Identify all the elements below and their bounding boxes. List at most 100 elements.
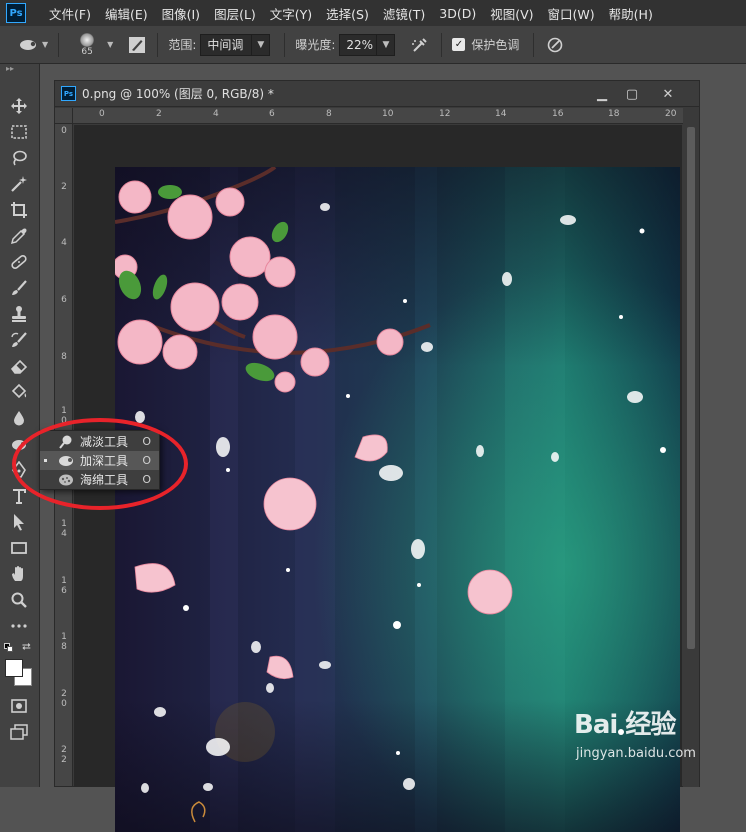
clone-stamp-tool[interactable] <box>6 302 32 326</box>
scroll-thumb[interactable] <box>687 127 695 649</box>
ruler-tick-label: 2 2 <box>61 745 67 765</box>
watermark-url: jingyan.baidu.com <box>576 746 696 761</box>
screen-mode-button[interactable] <box>6 720 32 744</box>
flyout-shortcut: O <box>142 435 151 448</box>
ruler-tick-label: 8 <box>326 109 332 119</box>
menu-layer[interactable]: 图层(L) <box>207 4 263 23</box>
edit-toolbar-button[interactable] <box>6 614 32 638</box>
hand-tool[interactable] <box>6 562 32 586</box>
dodge-icon <box>58 435 74 449</box>
marquee-tool[interactable] <box>6 120 32 144</box>
blur-tool[interactable] <box>6 406 32 430</box>
history-brush-tool[interactable] <box>6 328 32 352</box>
vertical-scrollbar[interactable] <box>683 125 699 787</box>
menu-window[interactable]: 窗口(W) <box>541 4 602 23</box>
brush-tool[interactable] <box>6 276 32 300</box>
divider <box>533 32 535 57</box>
minimize-button[interactable]: ▁ <box>589 85 615 103</box>
move-icon <box>11 98 27 114</box>
rectangle-icon <box>11 542 27 554</box>
ruler-tick-label: 0 <box>99 109 105 119</box>
menu-file[interactable]: 文件(F) <box>42 4 98 23</box>
burn-icon <box>12 440 26 450</box>
type-tool[interactable] <box>6 484 32 508</box>
menu-view[interactable]: 视图(V) <box>483 4 540 23</box>
exposure-input[interactable]: 22% <box>339 33 378 56</box>
range-value: 中间调 <box>207 38 244 52</box>
burn-icon <box>58 454 74 468</box>
tool-flyout-menu: 减淡工具 O 加深工具 O 海绵工具 O <box>39 430 160 490</box>
chevron-down-icon[interactable]: ▼ <box>377 33 396 56</box>
hand-icon <box>12 566 23 581</box>
move-tool[interactable] <box>6 94 32 118</box>
menu-help[interactable]: 帮助(H) <box>602 4 660 23</box>
quick-mask-button[interactable] <box>6 694 32 718</box>
history-brush-icon <box>11 332 27 347</box>
magnifier-icon <box>11 592 27 608</box>
menu-bar: Ps 文件(F) 编辑(E) 图像(I) 图层(L) 文字(Y) 选择(S) 滤… <box>0 0 746 26</box>
menu-type[interactable]: 文字(Y) <box>263 4 319 23</box>
ruler-tick-label: 4 <box>61 238 67 248</box>
menu-3d[interactable]: 3D(D) <box>432 6 483 21</box>
divider <box>284 32 286 57</box>
chevron-down-icon[interactable]: ▼ <box>252 33 271 56</box>
dodge-burn-tool[interactable] <box>6 432 32 456</box>
airbrush-button[interactable] <box>409 34 431 56</box>
ruler-horizontal[interactable]: 0 2 4 6 8 10 12 14 16 18 20 <box>73 108 683 124</box>
chevron-down-icon[interactable]: ▼ <box>107 40 113 49</box>
ruler-tick-label: 1 0 <box>61 406 67 426</box>
tool-preset-picker[interactable]: ▼ <box>18 38 48 52</box>
divider <box>157 32 159 57</box>
flyout-item-dodge[interactable]: 减淡工具 O <box>40 432 159 451</box>
ruler-origin[interactable] <box>55 108 73 124</box>
ruler-tick-label: 6 <box>269 109 275 119</box>
ps-logo: Ps <box>6 3 26 23</box>
paint-bucket-tool[interactable] <box>6 380 32 404</box>
type-icon <box>13 489 26 504</box>
brush-settings-button[interactable] <box>127 35 147 55</box>
flyout-shortcut: O <box>142 454 151 467</box>
flyout-item-sponge[interactable]: 海绵工具 O <box>40 470 159 489</box>
menu-select[interactable]: 选择(S) <box>319 4 376 23</box>
rectangle-tool[interactable] <box>6 536 32 560</box>
swap-colors-icon[interactable]: ⮂ <box>22 640 31 654</box>
path-selection-tool[interactable] <box>6 510 32 534</box>
menu-filter[interactable]: 滤镜(T) <box>376 4 432 23</box>
foreground-color-swatch[interactable] <box>5 659 23 677</box>
crop-tool[interactable] <box>6 198 32 222</box>
panel-grip-icon[interactable]: ▸▸ <box>0 64 39 74</box>
protect-tones-label: 保护色调 <box>471 38 520 52</box>
range-select[interactable]: 中间调 <box>200 33 253 56</box>
maximize-button[interactable]: ▢ <box>619 85 645 103</box>
protect-tones-checkbox[interactable]: ✓ <box>452 38 466 51</box>
pen-tool[interactable] <box>6 458 32 482</box>
tools-panel: ▸▸ ⮂ <box>0 64 40 787</box>
magic-wand-tool[interactable] <box>6 172 32 196</box>
eyedropper-tool[interactable] <box>6 224 32 248</box>
crop-icon <box>11 202 27 218</box>
close-button[interactable]: ✕ <box>655 85 681 103</box>
eraser-tool[interactable] <box>6 354 32 378</box>
ruler-tick-label: 4 <box>213 109 219 119</box>
lasso-tool[interactable] <box>6 146 32 170</box>
brush-tip-icon <box>80 32 95 47</box>
brush-panel-icon <box>129 36 146 53</box>
flyout-item-burn[interactable]: 加深工具 O <box>40 451 159 470</box>
flyout-label: 海绵工具 <box>80 473 129 487</box>
selected-indicator <box>44 459 47 462</box>
default-colors-icon[interactable] <box>4 643 14 653</box>
quick-mask-icon <box>11 699 27 713</box>
paint-bucket-icon <box>11 383 27 399</box>
brush-preset-picker[interactable]: 65 <box>69 28 105 62</box>
magic-wand-icon <box>11 176 27 192</box>
zoom-tool[interactable] <box>6 588 32 612</box>
sponge-icon <box>58 473 74 487</box>
canvas-area[interactable] <box>74 125 682 832</box>
menu-image[interactable]: 图像(I) <box>155 4 207 23</box>
ruler-tick-label: 1 6 <box>61 576 67 596</box>
pressure-size-button[interactable] <box>544 34 566 56</box>
ps-file-icon: Ps <box>61 86 76 101</box>
menu-edit[interactable]: 编辑(E) <box>98 4 155 23</box>
screen-mode-icon <box>10 724 28 740</box>
healing-brush-tool[interactable] <box>6 250 32 274</box>
